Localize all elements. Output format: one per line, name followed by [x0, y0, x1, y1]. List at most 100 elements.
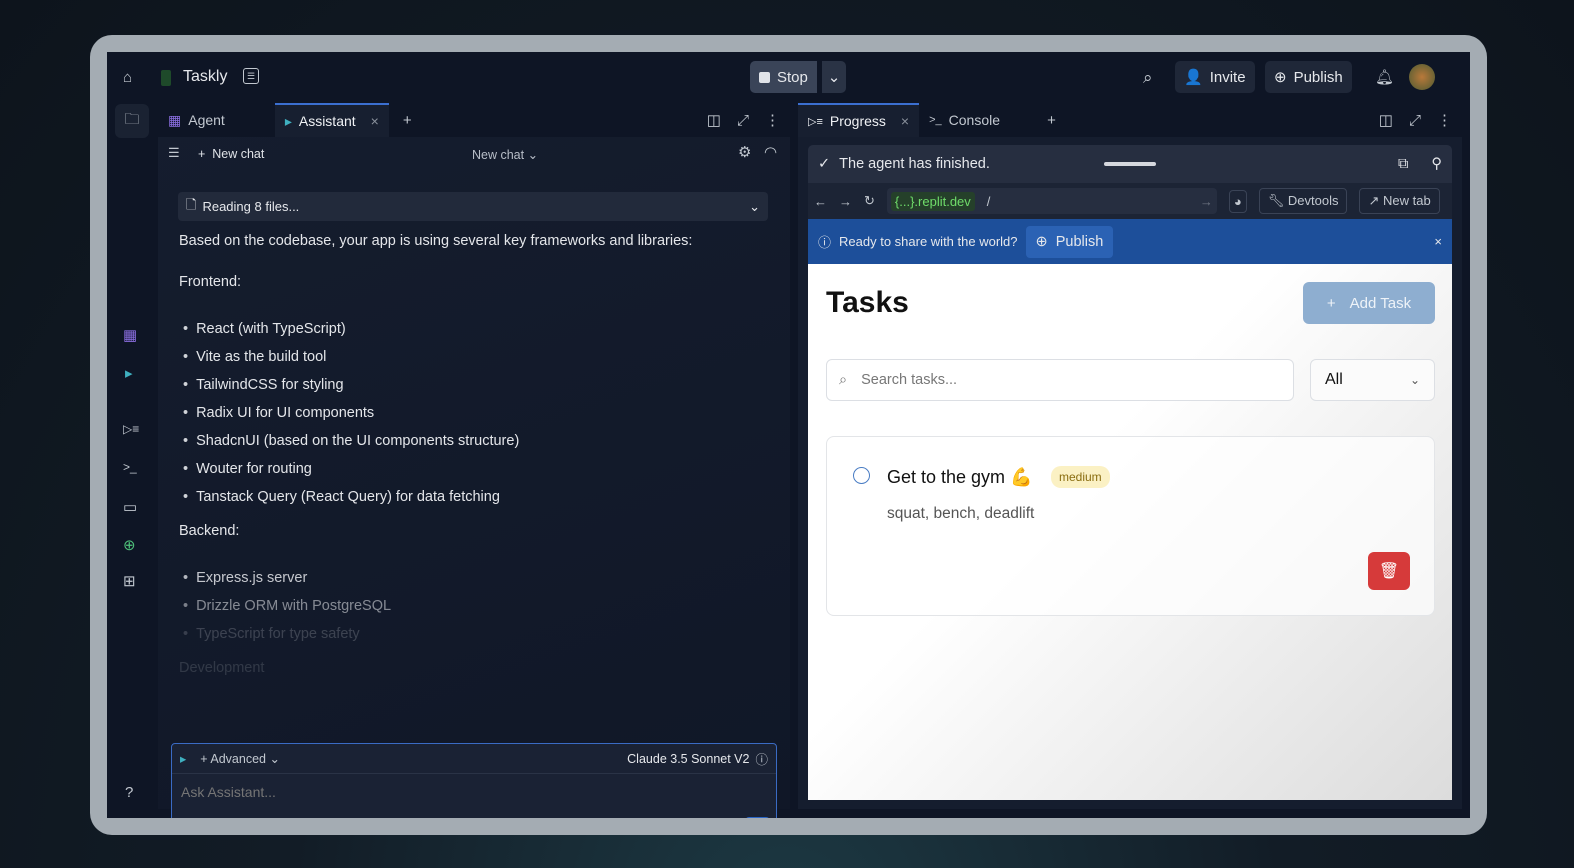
- tab-progress[interactable]: ▷≡ Progress ×: [798, 103, 920, 137]
- chat-list-icon[interactable]: ☰: [168, 145, 180, 161]
- agent-status-bar: ✓ The agent has finished. ⧉ ⚲: [808, 145, 1452, 183]
- add-tab-icon[interactable]: +: [1047, 103, 1056, 137]
- task-card: Get to the gym 💪 medium squat, bench, de…: [826, 436, 1435, 616]
- database-icon[interactable]: ☰: [243, 68, 259, 84]
- more-icon[interactable]: ⋮: [765, 103, 780, 137]
- send-button[interactable]: [745, 817, 770, 818]
- priority-badge: medium: [1051, 466, 1110, 488]
- chevron-down-icon: ⌄: [749, 198, 760, 214]
- split-icon[interactable]: ◫: [1379, 103, 1393, 137]
- task-title: Get to the gym 💪: [887, 467, 1033, 487]
- project-icon: [161, 70, 171, 86]
- bell-icon[interactable]: 🔔︎: [1375, 68, 1394, 86]
- chevron-down-icon: ⌄: [1409, 373, 1420, 387]
- expand-icon[interactable]: ⤢: [737, 103, 749, 137]
- right-panel: ▷≡ Progress × >_ Console + ◫ ⤢ ⋮ ✓ The agent…: [798, 103, 1462, 809]
- new-chat-button[interactable]: + New chat: [198, 147, 264, 161]
- page-title: Tasks: [826, 286, 909, 319]
- tab-agent[interactable]: ▦ Agent: [158, 103, 235, 137]
- all-tools-icon[interactable]: ⊞: [123, 572, 136, 590]
- console-icon[interactable]: >_: [123, 460, 137, 474]
- webview-icon[interactable]: ▭: [123, 498, 137, 516]
- reload-icon[interactable]: ↻: [864, 193, 875, 209]
- close-icon[interactable]: ×: [901, 113, 909, 129]
- tab-label: Console: [948, 112, 1001, 128]
- delete-task-button[interactable]: 🗑︎: [1368, 552, 1410, 590]
- browser-toolbar: ← → ↻ {...}.replit.dev / → ◕ 🔧︎ Devtools ↗ N…: [808, 183, 1452, 219]
- avatar[interactable]: [1409, 64, 1435, 90]
- reading-files-block[interactable]: 🗋 Reading 8 files... ⌄: [178, 192, 768, 221]
- list-item: Vite as the build tool: [183, 343, 779, 371]
- agent-icon[interactable]: ▦: [123, 326, 137, 344]
- back-icon[interactable]: ←: [814, 194, 827, 209]
- backend-list: Express.js server Drizzle ORM with Postgr…: [183, 564, 779, 648]
- forward-icon[interactable]: →: [839, 194, 852, 209]
- banner-text: Ready to share with the world?: [839, 234, 1018, 249]
- chat-selector[interactable]: New chat ⌄: [472, 147, 538, 162]
- new-tab-label: New tab: [1382, 193, 1431, 208]
- help-icon[interactable]: ?: [125, 784, 133, 801]
- new-chat-label: New chat: [212, 147, 265, 161]
- progress-icon: ▷≡: [808, 115, 823, 128]
- plus-icon: +: [1326, 294, 1336, 312]
- agent-icon: ▦: [168, 111, 182, 128]
- advanced-dropdown[interactable]: + Advanced ⌄: [200, 751, 280, 766]
- publish-button[interactable]: ⊕ Publish: [1265, 61, 1352, 93]
- publish-banner: ⓘ Ready to share with the world? ⊕ Publish…: [808, 219, 1452, 264]
- list-item: React (with TypeScript): [183, 315, 779, 343]
- add-task-button[interactable]: + Add Task: [1303, 282, 1435, 324]
- search-input[interactable]: ⌕ Search tasks...: [826, 359, 1294, 401]
- progress-icon[interactable]: ▷≡: [123, 422, 139, 436]
- go-icon[interactable]: →: [1200, 194, 1213, 209]
- search-icon[interactable]: ⌕: [1143, 68, 1153, 88]
- expand-icon[interactable]: ⤢: [1409, 103, 1421, 137]
- list-item-text: ShadcnUI (based on the UI components str…: [196, 433, 520, 449]
- home-icon[interactable]: ⌂: [123, 69, 132, 86]
- tab-assistant[interactable]: ▸ Assistant ×: [274, 103, 389, 137]
- tab-console[interactable]: >_ Console: [919, 103, 1029, 137]
- theme-icon[interactable]: ◕: [1228, 189, 1247, 213]
- list-item-text: Drizzle ORM with PostgreSQL: [196, 598, 392, 614]
- stop-button[interactable]: Stop: [750, 61, 817, 93]
- check-icon: ✓: [818, 156, 831, 172]
- files-button[interactable]: 🗀: [115, 104, 149, 138]
- new-tab-button[interactable]: ↗ New tab: [1359, 188, 1440, 214]
- project-name[interactable]: Taskly: [183, 68, 227, 86]
- list-item: Drizzle ORM with PostgreSQL: [183, 592, 779, 620]
- task-checkbox[interactable]: [853, 467, 870, 484]
- popout-icon[interactable]: ⧉: [1398, 156, 1408, 172]
- list-item: Tanstack Query (React Query) for data fe…: [183, 483, 779, 511]
- search-placeholder: Search tasks...: [861, 372, 958, 388]
- model-name[interactable]: Claude 3.5 Sonnet V2: [627, 752, 749, 766]
- invite-button[interactable]: 👤 Invite: [1175, 61, 1255, 93]
- drag-handle[interactable]: [1104, 162, 1156, 166]
- banner-publish-button[interactable]: ⊕ Publish: [1025, 225, 1114, 258]
- add-tab-icon[interactable]: +: [403, 103, 412, 137]
- url-bar[interactable]: {...}.replit.dev / →: [886, 188, 1217, 214]
- file-icon: 🗋: [186, 196, 197, 212]
- filter-select[interactable]: All ⌄: [1310, 359, 1435, 401]
- close-icon[interactable]: ×: [371, 113, 379, 129]
- frontend-list: React (with TypeScript) Vite as the build…: [183, 315, 779, 511]
- left-tabbar: ▦ Agent ▸ Assistant × + ◫ ⤢ ⋮: [158, 103, 790, 137]
- reading-label: Reading 8 files...: [202, 199, 300, 214]
- close-icon[interactable]: ×: [1434, 234, 1442, 249]
- assistant-icon[interactable]: ▸: [125, 364, 133, 382]
- search-icon: ⌕: [839, 372, 848, 388]
- list-item-text: TailwindCSS for styling: [196, 377, 344, 393]
- banner-publish-label: Publish: [1055, 233, 1104, 250]
- ask-assistant-input[interactable]: [181, 784, 761, 800]
- more-icon[interactable]: ⋮: [1437, 103, 1452, 137]
- url-path: /: [986, 193, 991, 209]
- settings-icon[interactable]: ⚙: [738, 143, 751, 161]
- development-heading: Development: [179, 660, 265, 676]
- pin-icon[interactable]: ⚲: [1431, 156, 1442, 172]
- list-item-text: Vite as the build tool: [196, 349, 327, 365]
- devtools-button[interactable]: 🔧︎ Devtools: [1258, 188, 1348, 214]
- deploy-icon[interactable]: ⊕: [123, 536, 136, 554]
- list-item: Express.js server: [183, 564, 779, 592]
- split-icon[interactable]: ◫: [707, 103, 721, 137]
- run-options-chevron[interactable]: ⌄: [822, 61, 846, 93]
- speed-icon[interactable]: ◠: [764, 143, 777, 161]
- info-icon[interactable]: ⓘ: [755, 749, 768, 768]
